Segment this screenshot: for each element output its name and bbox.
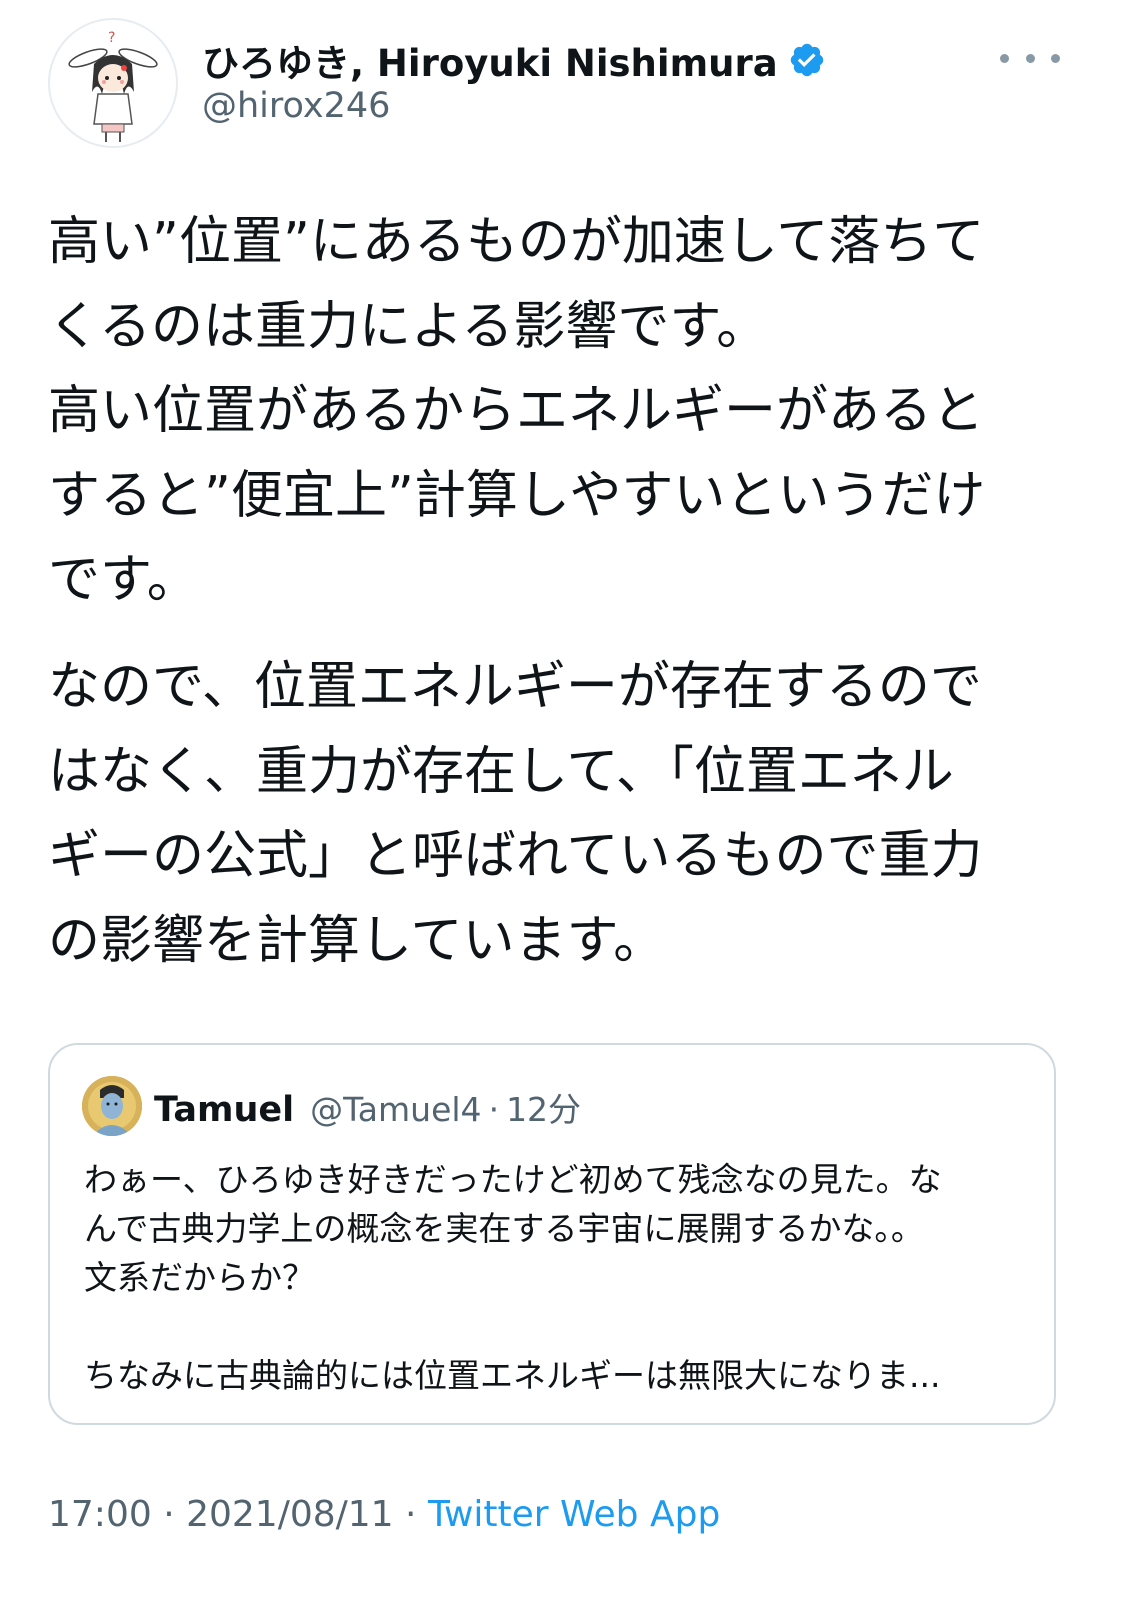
tweet-text: 高い”位置”にあるものが加速して落ちて くるのは重力による影響です。 高い位置が… <box>48 200 1058 983</box>
author-display-name[interactable]: ひろゆき, Hiroyuki Nishimura <box>202 33 778 87</box>
tweet-line: ギーの公式」と呼ばれているもので重力 <box>48 826 983 887</box>
tweet-line: です。 <box>48 550 199 611</box>
quoted-handle[interactable]: @Tamuel4 <box>310 1090 481 1129</box>
dot <box>1000 53 1009 63</box>
tweet-line: なので、位置エネルギーが存在するので <box>48 656 982 717</box>
quoted-line <box>84 1302 1029 1351</box>
tweet-line: くるのは重力による影響です。 <box>48 296 769 357</box>
tweet-line: 高い”位置”にあるものが加速して落ちて <box>48 212 985 272</box>
tweet-meta: 17:00 · 2021/08/11 · Twitter Web App <box>48 1494 720 1535</box>
dot <box>1025 53 1035 63</box>
tweet-date[interactable]: 2021/08/11 <box>186 1494 394 1535</box>
tweet-time[interactable]: 17:00 <box>48 1494 152 1535</box>
quoted-time[interactable]: 12分 <box>506 1083 581 1131</box>
quoted-line: 文系だからか？ <box>84 1258 315 1297</box>
verified-badge-icon <box>790 43 823 77</box>
quoted-header: Tamuel @Tamuel4 · 12分 <box>154 1083 581 1131</box>
tweet-paragraph: なので、位置エネルギーが存在するので はなく、重力が存在して、「位置エネル ギー… <box>48 645 1058 983</box>
more-options-icon[interactable] <box>1000 40 1060 76</box>
quoted-text: わぁー、ひろゆき好きだったけど初めて残念なの見た。な んで古典力学上の概念を実在… <box>84 1155 1029 1400</box>
quoted-line: ちなみに古典論的には位置エネルギーは無限大になりま... <box>84 1356 941 1395</box>
quoted-display-name[interactable]: Tamuel <box>154 1090 294 1130</box>
dot <box>1051 53 1060 63</box>
tweet-line: はなく、重力が存在して、「位置エネル <box>48 741 954 802</box>
meta-separator: · <box>393 1494 428 1535</box>
tweet-line: すると”便宜上”計算しやすいというだけ <box>48 465 986 526</box>
deity-portrait-avatar-icon <box>82 1076 142 1136</box>
bunny-girl-avatar-icon: ? <box>68 30 158 142</box>
author-avatar[interactable]: ? <box>48 18 178 148</box>
svg-text:?: ? <box>108 30 115 46</box>
tweet-line: の影響を計算しています。 <box>48 910 666 971</box>
quoted-author-avatar[interactable] <box>82 1076 142 1136</box>
tweet-source-link[interactable]: Twitter Web App <box>428 1494 720 1535</box>
quoted-separator: · <box>488 1090 500 1129</box>
quoted-line: わぁー、ひろゆき好きだったけど初めて残念なの見た。な <box>84 1160 942 1199</box>
tweet-paragraph: 高い”位置”にあるものが加速して落ちて くるのは重力による影響です。 高い位置が… <box>48 200 1058 623</box>
meta-separator: · <box>151 1494 187 1535</box>
author-name-row[interactable]: ひろゆき, Hiroyuki Nishimura <box>202 33 826 87</box>
quoted-line: んで古典力学上の概念を実在する宇宙に展開するかな。。 <box>84 1209 924 1248</box>
tweet-detail: ? ひろゆき, Hiroyuki Nishimura @hirox246 高い”… <box>0 0 1125 1599</box>
quoted-tweet-card[interactable]: Tamuel @Tamuel4 · 12分 わぁー、ひろゆき好きだったけど初めて… <box>48 1043 1056 1425</box>
author-handle[interactable]: @hirox246 <box>202 86 390 126</box>
tweet-line: 高い位置があるからエネルギーがあると <box>48 381 985 442</box>
